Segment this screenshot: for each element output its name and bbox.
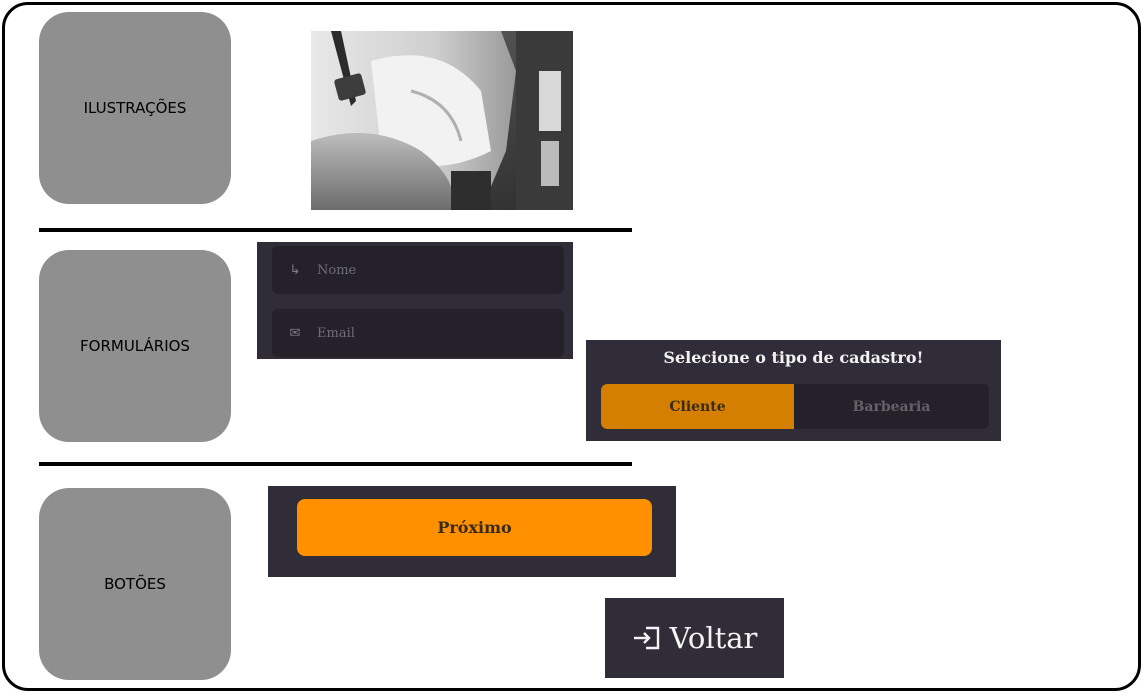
section-label-forms: FORMULÁRIOS [39, 250, 231, 442]
signup-type-panel: Selecione o tipo de cadastro! Cliente Ba… [586, 340, 1001, 441]
next-button[interactable]: Próximo [297, 499, 652, 556]
section-label-buttons-text: BOTÕES [104, 575, 166, 593]
section-divider-1 [39, 228, 632, 232]
signup-form-panel: ↳ Nome ✉ Email [257, 242, 573, 359]
email-field-placeholder: Email [317, 325, 355, 341]
back-button[interactable]: Voltar [605, 598, 784, 678]
signup-type-toggle: Cliente Barbearia [601, 384, 989, 429]
name-field-placeholder: Nome [317, 262, 357, 278]
section-divider-2 [39, 462, 632, 466]
section-label-illustrations: ILUSTRAÇÕES [39, 12, 231, 204]
section-label-illustrations-text: ILUSTRAÇÕES [83, 99, 187, 117]
section-label-forms-text: FORMULÁRIOS [80, 337, 190, 355]
section-label-buttons: BOTÕES [39, 488, 231, 680]
arrow-corner-icon: ↳ [289, 262, 301, 278]
back-button-label: Voltar [669, 621, 758, 655]
login-arrow-icon [633, 626, 659, 650]
option-barbearia[interactable]: Barbearia [794, 384, 989, 429]
barber-illustration-photo [311, 31, 573, 210]
signup-type-title: Selecione o tipo de cadastro! [663, 348, 924, 367]
email-field[interactable]: ✉ Email [272, 309, 564, 357]
envelope-icon: ✉ [289, 325, 301, 341]
name-field[interactable]: ↳ Nome [272, 246, 564, 294]
next-button-panel: Próximo [268, 486, 676, 577]
option-cliente[interactable]: Cliente [601, 384, 794, 429]
